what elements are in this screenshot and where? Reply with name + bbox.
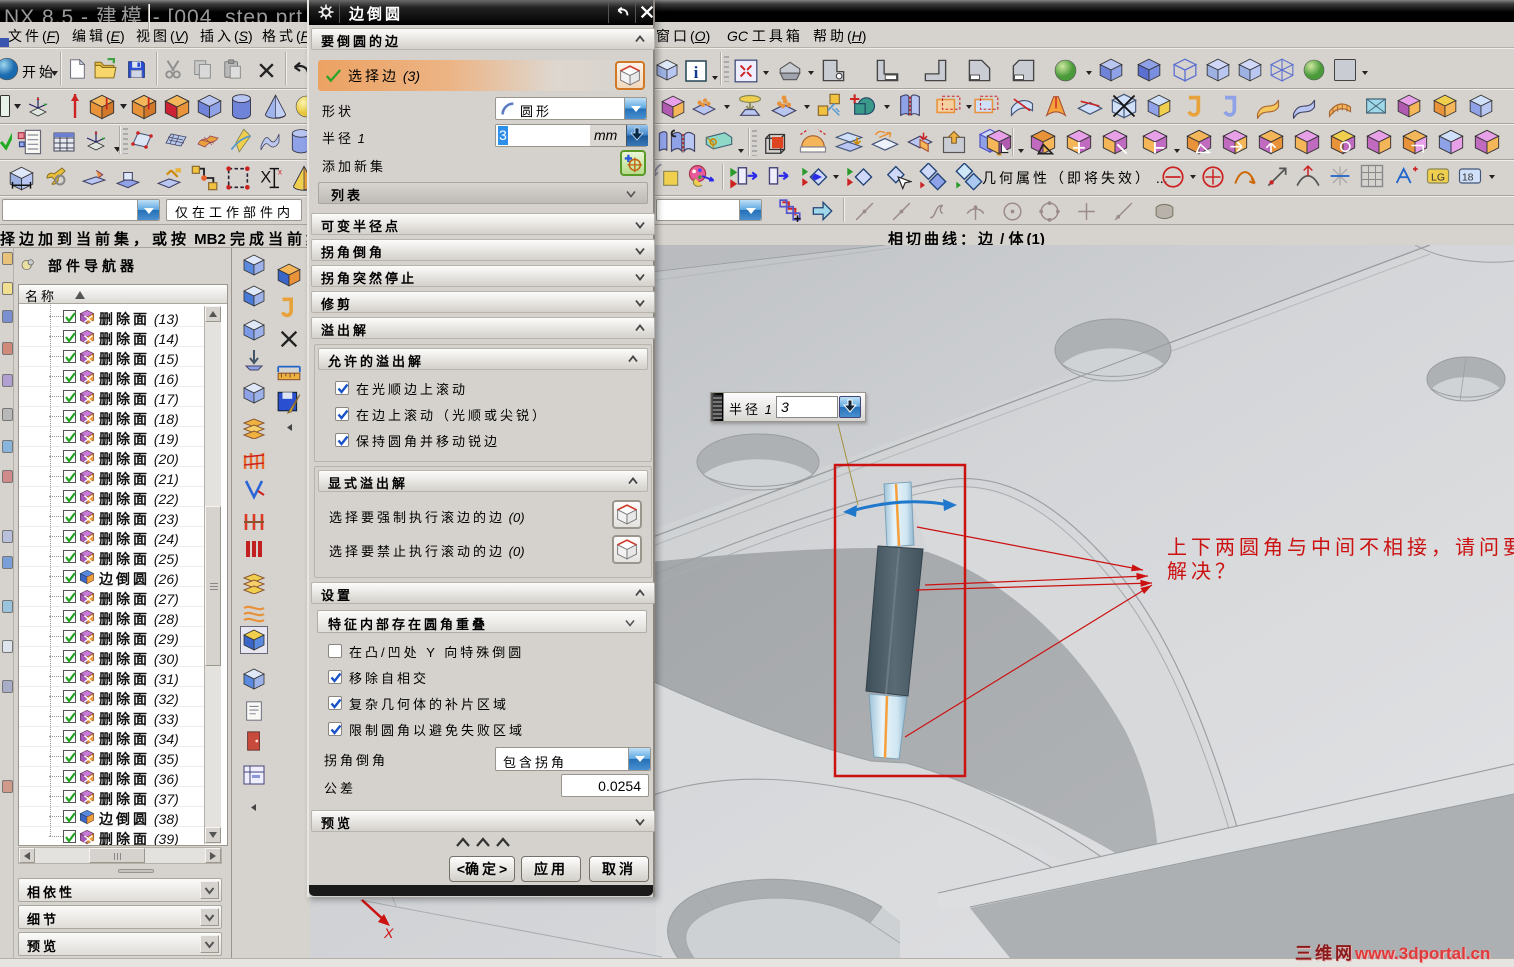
svg-text:x: x [278,168,282,177]
svg-text:LG: LG [1431,172,1445,184]
svg-text:X: X [260,169,271,187]
svg-text:18: 18 [1462,172,1474,184]
svg-text:X: X [383,925,394,941]
svg-text:i: i [694,63,699,82]
